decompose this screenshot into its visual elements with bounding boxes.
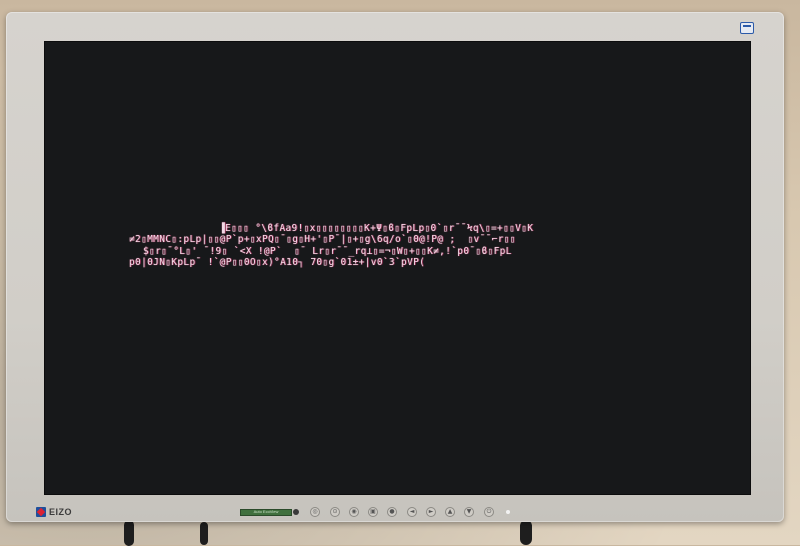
brand-logo: EIZO: [36, 506, 72, 518]
monitor-button-5[interactable]: ●: [387, 507, 397, 517]
ecoview-sensor: Auto EcoView: [240, 509, 292, 516]
sensor-label: Auto EcoView: [253, 509, 279, 514]
cable: [124, 520, 134, 546]
eizo-logo-icon: [36, 507, 46, 517]
monitor-button-8[interactable]: ▲: [445, 507, 455, 517]
garbled-text-line: $▯r▯¯°L▯' ¯!9▯ `<X !@P` ▯¯ Lr▯r¯¯_rq⊥▯=¬…: [143, 246, 512, 257]
mode-icon: ◉: [351, 508, 357, 515]
monitor-button-9[interactable]: ▼: [464, 507, 474, 517]
right-arrow-icon: ►: [428, 508, 434, 515]
down-arrow-icon: ▼: [466, 508, 472, 515]
enter-icon: ●: [389, 508, 395, 515]
power-icon: ⏻: [486, 508, 492, 515]
garbled-text-line: p0|0JN▯KpLp¯ !`@P▯▯0O▯x)°A10┐ 70▯g`01±+|…: [129, 257, 426, 268]
cable: [520, 520, 532, 545]
monitor-button-3[interactable]: ◉: [349, 507, 359, 517]
left-arrow-icon: ◄: [409, 508, 415, 515]
garbled-text-line: ▐E▯▯▯ °\ϐfAa9!▯x▯▯▯▯▯▯▯▯K+Ψ▯ϐ▯FpLp▯0`▯r¯…: [219, 223, 534, 234]
monitor-screen: ▐E▯▯▯ °\ϐfAa9!▯x▯▯▯▯▯▯▯▯K+Ψ▯ϐ▯FpLp▯0`▯r¯…: [44, 41, 751, 495]
monitor-button-4[interactable]: ▣: [368, 507, 378, 517]
monitor-button-2[interactable]: ⊙: [330, 507, 340, 517]
garbled-text-line: ≠2▯MMNC▯:pLp|▯▯@P`p+▯xPQ▯¯▯g▯H+'▯P¯|▯+▯g…: [129, 234, 516, 245]
energy-badge-icon: [740, 22, 754, 34]
menu-icon: ▣: [370, 508, 376, 515]
monitor-button-1[interactable]: ◎: [310, 507, 320, 517]
brand-name: EIZO: [49, 507, 73, 517]
power-button[interactable]: ⏻: [484, 507, 494, 517]
status-indicator-icon: [506, 510, 510, 514]
input-icon: ⊙: [332, 508, 338, 515]
monitor-button-7[interactable]: ►: [426, 507, 436, 517]
up-arrow-icon: ▲: [447, 508, 453, 515]
circle-slash-icon: ◎: [312, 508, 318, 515]
monitor-button-6[interactable]: ◄: [407, 507, 417, 517]
power-led-icon: [293, 509, 299, 515]
cable: [200, 522, 208, 545]
